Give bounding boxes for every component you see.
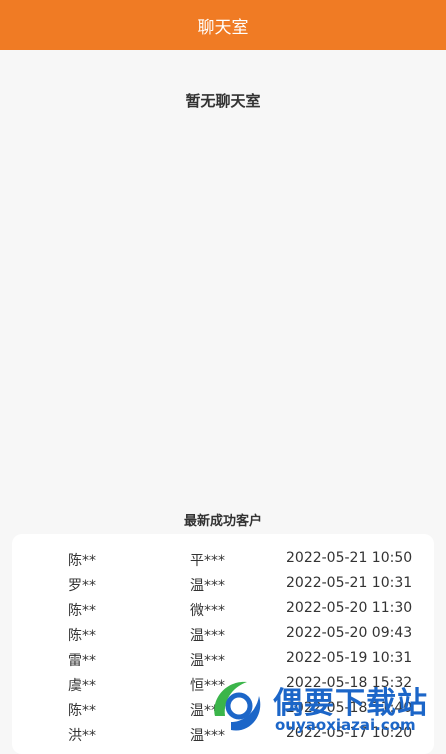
empty-state-text: 暂无聊天室 xyxy=(185,92,261,110)
watermark-url: ouyaoxiazai.com xyxy=(275,716,416,734)
customer-name: 洪** xyxy=(68,728,96,744)
customer-contact: 温*** xyxy=(190,628,225,644)
customer-contact: 微*** xyxy=(190,603,225,619)
customer-contact: 温*** xyxy=(190,578,225,594)
site-logo-icon xyxy=(214,681,261,731)
customer-name: 虞** xyxy=(68,678,96,694)
app-header: 聊天室 xyxy=(0,0,446,50)
recent-customers-title: 最新成功客户 xyxy=(183,514,262,529)
customer-time: 2022-05-20 09:43 xyxy=(286,625,413,641)
customer-name: 陈** xyxy=(68,628,96,644)
customer-time: 2022-05-19 10:31 xyxy=(286,650,413,666)
list-item: 陈** 温*** 2022-05-20 09:43 xyxy=(12,621,434,646)
customer-name: 陈** xyxy=(68,703,96,719)
customer-time: 2022-05-21 10:50 xyxy=(286,550,413,566)
customer-name: 罗** xyxy=(68,578,96,594)
list-item: 罗** 温*** 2022-05-21 10:31 xyxy=(12,571,434,596)
customer-contact: 温*** xyxy=(190,653,225,669)
customer-name: 陈** xyxy=(68,553,96,569)
list-item: 雷** 温*** 2022-05-19 10:31 xyxy=(12,646,434,671)
page-title: 聊天室 xyxy=(197,17,249,38)
customer-contact: 平*** xyxy=(190,553,225,569)
customer-time: 2022-05-21 10:31 xyxy=(286,575,413,591)
customer-name: 雷** xyxy=(68,653,96,669)
customer-name: 陈** xyxy=(68,603,96,619)
customer-time: 2022-05-20 11:30 xyxy=(286,600,413,616)
list-item: 陈** 平*** 2022-05-21 10:50 xyxy=(12,546,434,571)
site-watermark: 偶要下载站 ouyaoxiazai.com xyxy=(205,670,446,739)
list-item: 陈** 微*** 2022-05-20 11:30 xyxy=(12,596,434,621)
